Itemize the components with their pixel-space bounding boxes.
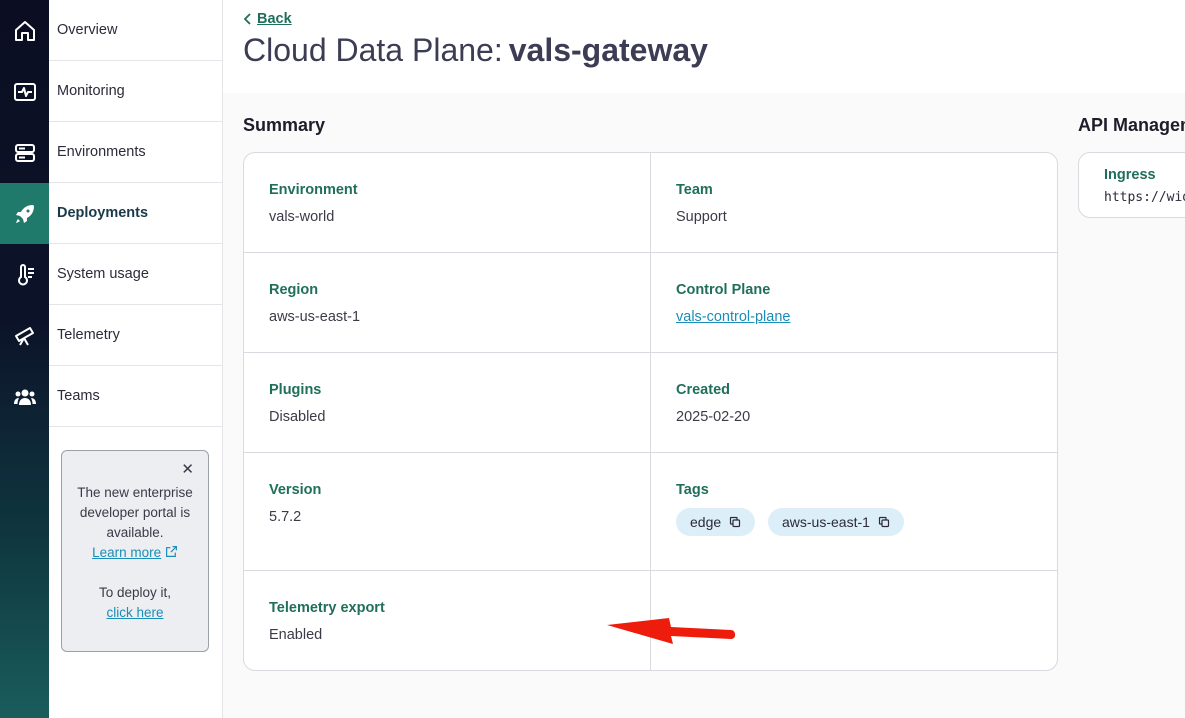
subnav-item-label: System usage xyxy=(57,266,149,282)
api-management-card: Ingress https://wid xyxy=(1078,152,1185,218)
rail-environments[interactable] xyxy=(0,122,49,183)
tag-label: aws-us-east-1 xyxy=(782,514,870,530)
rail-home[interactable] xyxy=(0,0,49,61)
portal-promo-card: ✕ The new enterprise developer portal is… xyxy=(61,450,209,652)
card-divider-vertical xyxy=(650,153,651,670)
card-divider xyxy=(244,452,1057,453)
subnav-item-label: Deployments xyxy=(57,205,149,221)
summary-heading: Summary xyxy=(243,115,326,135)
control-plane-link[interactable]: vals-control-plane xyxy=(676,309,790,325)
icon-rail xyxy=(0,0,49,718)
created-label: Created xyxy=(676,382,730,398)
api-management-heading: API Managem xyxy=(1078,115,1185,135)
subnav-item-deployments[interactable]: Deployments xyxy=(49,183,222,244)
subnav-item-overview[interactable]: Overview xyxy=(49,0,222,61)
rail-teams[interactable] xyxy=(0,366,49,427)
back-label: Back xyxy=(257,11,292,27)
page-title-name: vals-gateway xyxy=(508,32,708,68)
learn-more-label: Learn more xyxy=(92,545,162,560)
rail-system-usage[interactable] xyxy=(0,244,49,305)
tag-label: edge xyxy=(690,514,722,530)
back-link[interactable]: Back xyxy=(243,11,292,27)
copy-icon[interactable] xyxy=(878,516,890,528)
home-icon xyxy=(14,20,35,41)
tag-chip[interactable]: aws-us-east-1 xyxy=(768,508,904,536)
external-link-icon xyxy=(165,546,177,557)
annotation-arrow xyxy=(607,618,736,644)
rocket-icon xyxy=(15,204,34,223)
monitor-pulse-icon xyxy=(13,82,36,101)
users-icon xyxy=(13,389,36,405)
region-label: Region xyxy=(269,282,319,298)
promo-text-line: available. xyxy=(106,525,164,540)
card-divider xyxy=(244,570,1057,571)
promo-deploy-text: To deploy it, xyxy=(98,585,172,600)
environment-label: Environment xyxy=(269,182,358,198)
subnav-item-telemetry[interactable]: Telemetry xyxy=(49,305,222,366)
main-content: Back Cloud Data Plane: vals-gateway Summa… xyxy=(223,0,1185,718)
subnav-item-label: Teams xyxy=(57,388,100,404)
ingress-value: https://wid xyxy=(1104,190,1185,205)
team-value: Support xyxy=(676,209,727,225)
tags-label: Tags xyxy=(676,482,709,498)
tag-chip[interactable]: edge xyxy=(676,508,756,536)
rail-monitoring[interactable] xyxy=(0,61,49,122)
chevron-left-icon xyxy=(243,13,251,25)
subnav-item-label: Environments xyxy=(57,144,146,160)
subnav-item-label: Telemetry xyxy=(57,327,120,343)
subnav-item-monitoring[interactable]: Monitoring xyxy=(49,61,222,122)
telemetry-export-label: Telemetry export xyxy=(269,600,385,616)
card-divider xyxy=(244,252,1057,253)
subnav-item-teams[interactable]: Teams xyxy=(49,366,222,427)
telescope-icon xyxy=(14,326,34,345)
page-title: Cloud Data Plane: vals-gateway xyxy=(243,32,708,69)
rail-deployments[interactable] xyxy=(0,183,49,244)
team-label: Team xyxy=(676,182,713,198)
subnav-item-system-usage[interactable]: System usage xyxy=(49,244,222,305)
learn-more-link[interactable]: Learn more xyxy=(62,543,208,563)
region-value: aws-us-east-1 xyxy=(269,309,361,325)
card-divider xyxy=(244,352,1057,353)
promo-text-line: developer portal is xyxy=(79,505,191,520)
subnav-item-label: Overview xyxy=(57,22,118,38)
created-value: 2025-02-20 xyxy=(676,409,751,425)
page-title-prefix: Cloud Data Plane: xyxy=(243,32,503,68)
page-header: Back Cloud Data Plane: vals-gateway xyxy=(223,0,1185,93)
server-stack-icon xyxy=(14,143,35,162)
plugins-value: Disabled xyxy=(269,409,326,425)
version-value: 5.7.2 xyxy=(269,509,302,525)
subnav-item-environments[interactable]: Environments xyxy=(49,122,222,183)
control-plane-label: Control Plane xyxy=(676,282,771,298)
environment-value: vals-world xyxy=(269,209,335,225)
click-here-link[interactable]: click here xyxy=(106,605,163,620)
summary-card: Environment vals-world Team Support Regi… xyxy=(243,152,1058,671)
telemetry-export-value: Enabled xyxy=(269,627,323,643)
plugins-label: Plugins xyxy=(269,382,322,398)
promo-text-line: The new enterprise xyxy=(77,485,193,500)
rail-telemetry[interactable] xyxy=(0,305,49,366)
subnav-item-label: Monitoring xyxy=(57,83,125,99)
thermometer-icon xyxy=(17,263,34,285)
close-icon[interactable]: ✕ xyxy=(181,462,194,477)
ingress-label: Ingress xyxy=(1104,167,1156,183)
version-label: Version xyxy=(269,482,322,498)
copy-icon[interactable] xyxy=(729,516,741,528)
